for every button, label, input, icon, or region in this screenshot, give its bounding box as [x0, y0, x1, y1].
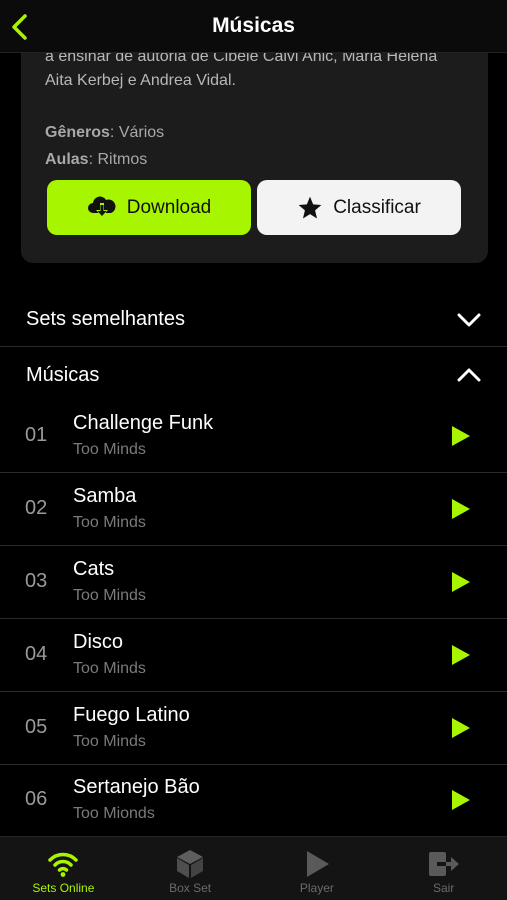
track-title: Disco — [73, 631, 124, 653]
tab-player[interactable]: Player — [254, 837, 381, 900]
wifi-icon — [48, 852, 79, 877]
track-row[interactable]: 02 Samba Too Minds — [0, 473, 507, 546]
track-artist: Too Minds — [73, 514, 146, 531]
play-icon[interactable] — [450, 716, 472, 740]
play-icon[interactable] — [450, 788, 472, 812]
tab-label: Player — [299, 881, 334, 895]
track-row[interactable]: 01 Challenge Funk Too Minds — [0, 400, 507, 473]
track-title: Sertanejo Bão — [73, 776, 200, 798]
track-artist: Too Minds — [73, 733, 146, 750]
set-description: a ensinar de autoria de Cibele Calvi Ani… — [45, 53, 438, 89]
tab-label: Sair — [432, 881, 455, 895]
track-number: 01 — [25, 424, 48, 446]
similar-sets-toggle[interactable]: Sets semelhantes — [0, 293, 507, 347]
box-icon — [177, 850, 204, 878]
track-title: Samba — [73, 485, 137, 507]
tab-sets-online[interactable]: Sets Online — [0, 837, 127, 900]
track-number: 04 — [25, 643, 48, 665]
star-icon — [298, 196, 322, 219]
set-details-card: a ensinar de autoria de Cibele Calvi Ani… — [21, 53, 488, 263]
chevron-down-icon — [457, 313, 481, 326]
tab-label: Sets Online — [32, 881, 95, 895]
lessons-label: Aulas — [45, 151, 89, 168]
track-artist: Too Minds — [73, 441, 146, 458]
logout-icon — [428, 852, 459, 876]
tab-label: Box Set — [169, 881, 212, 895]
top-bar: Músicas — [0, 0, 507, 53]
track-number: 06 — [25, 788, 48, 810]
tab-exit[interactable]: Sair — [380, 837, 507, 900]
track-title: Fuego Latino — [73, 704, 190, 726]
lessons-line: Aulas: Ritmos — [45, 151, 147, 169]
genres-value: : Vários — [109, 124, 165, 141]
genres-label: Gêneros — [45, 124, 110, 141]
track-number: 05 — [25, 716, 48, 738]
cloud-download-icon — [87, 196, 116, 217]
scroll-content[interactable]: a ensinar de autoria de Cibele Calvi Ani… — [0, 53, 507, 836]
back-button[interactable] — [10, 12, 36, 42]
track-title: Challenge Funk — [73, 412, 214, 434]
track-row[interactable]: 06 Sertanejo Bão Too Mionds — [0, 764, 507, 836]
play-icon — [306, 851, 329, 877]
rate-button[interactable]: Classificar — [257, 180, 461, 235]
songs-section-label: Músicas — [26, 363, 100, 386]
track-row[interactable]: 05 Fuego Latino Too Minds — [0, 692, 507, 765]
page-title: Músicas — [212, 14, 295, 37]
tab-box-set[interactable]: Box Set — [127, 837, 254, 900]
track-number: 03 — [25, 570, 48, 592]
rate-label: Classificar — [333, 196, 421, 218]
track-artist: Too Minds — [73, 587, 146, 604]
download-button[interactable]: Download — [47, 180, 251, 235]
app-screen: Músicas a ensinar de autoria de Cibele C… — [0, 0, 507, 900]
chevron-up-icon — [457, 368, 481, 382]
play-icon[interactable] — [450, 497, 472, 521]
track-title: Cats — [73, 558, 115, 580]
play-icon[interactable] — [450, 424, 472, 448]
play-icon[interactable] — [450, 643, 472, 667]
similar-sets-label: Sets semelhantes — [26, 308, 185, 330]
bottom-tab-bar: Sets Online Box Set Player Sair — [0, 836, 507, 900]
lessons-value: : Ritmos — [88, 151, 148, 168]
track-row[interactable]: 04 Disco Too Minds — [0, 619, 507, 692]
songs-section-toggle[interactable]: Músicas — [0, 348, 507, 402]
play-icon[interactable] — [450, 570, 472, 594]
track-row[interactable]: 03 Cats Too Minds — [0, 546, 507, 619]
track-number: 02 — [25, 497, 48, 519]
track-artist: Too Minds — [73, 660, 146, 677]
download-label: Download — [126, 196, 212, 218]
track-artist: Too Mionds — [73, 805, 155, 822]
chevron-left-icon — [12, 14, 27, 40]
genres-line: Gêneros: Vários — [45, 124, 164, 142]
